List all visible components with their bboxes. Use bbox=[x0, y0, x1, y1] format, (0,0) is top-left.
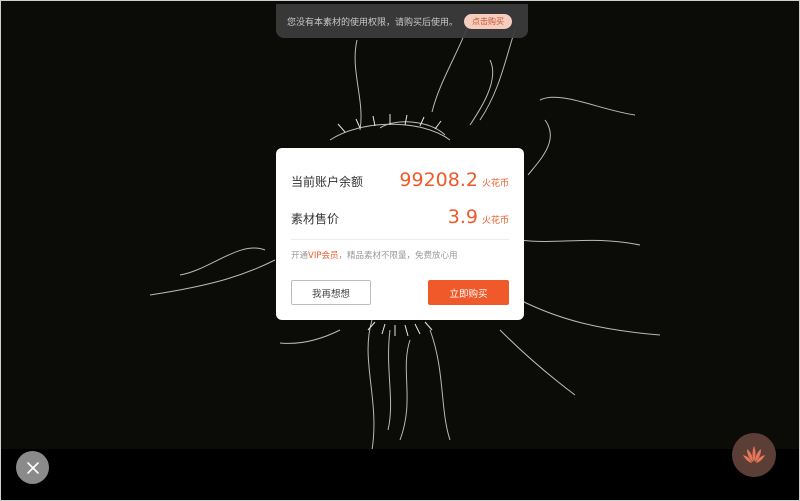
balance-label: 当前账户余额 bbox=[291, 175, 364, 189]
buy-now-button[interactable]: 立即购买 bbox=[428, 280, 509, 305]
balance-value: 99208.2 bbox=[399, 169, 478, 191]
balance-row: 当前账户余额 99208.2 火花币 bbox=[291, 169, 509, 191]
purchase-dialog: 当前账户余额 99208.2 火花币 素材售价 3.9 火花币 开通VIP会员，… bbox=[276, 148, 524, 320]
permission-notice-bar: 您没有本素材的使用权限，请购买后使用。 点击购买 bbox=[276, 4, 528, 38]
permission-notice-text: 您没有本素材的使用权限，请购买后使用。 bbox=[286, 17, 458, 28]
vip-membership-link[interactable]: VIP会员 bbox=[308, 251, 338, 261]
vip-promo-text: 开通VIP会员，精品素材不限量，免费放心用 bbox=[291, 249, 457, 261]
brand-logo-icon bbox=[743, 446, 765, 463]
price-value-group: 3.9 火花币 bbox=[448, 206, 509, 228]
close-button[interactable] bbox=[16, 451, 49, 484]
price-value: 3.9 bbox=[447, 206, 478, 228]
price-row: 素材售价 3.9 火花币 bbox=[291, 206, 509, 228]
balance-unit: 火花币 bbox=[481, 179, 509, 189]
close-icon bbox=[26, 461, 39, 474]
brand-logo-button[interactable] bbox=[732, 433, 776, 477]
vip-promo-prefix: 开通 bbox=[291, 251, 309, 261]
balance-value-group: 99208.2 火花币 bbox=[399, 169, 509, 191]
price-unit: 火花币 bbox=[481, 216, 509, 226]
price-label: 素材售价 bbox=[291, 212, 340, 226]
bottom-toolbar-strip bbox=[0, 449, 800, 501]
dialog-divider bbox=[291, 239, 509, 240]
cancel-button[interactable]: 我再想想 bbox=[291, 280, 371, 305]
notice-buy-button[interactable]: 点击购买 bbox=[464, 13, 512, 29]
vip-promo-suffix: ，精品素材不限量，免费放心用 bbox=[338, 251, 458, 261]
app-stage: 您没有本素材的使用权限，请购买后使用。 点击购买 当前账户余额 99208.2 … bbox=[0, 0, 800, 501]
